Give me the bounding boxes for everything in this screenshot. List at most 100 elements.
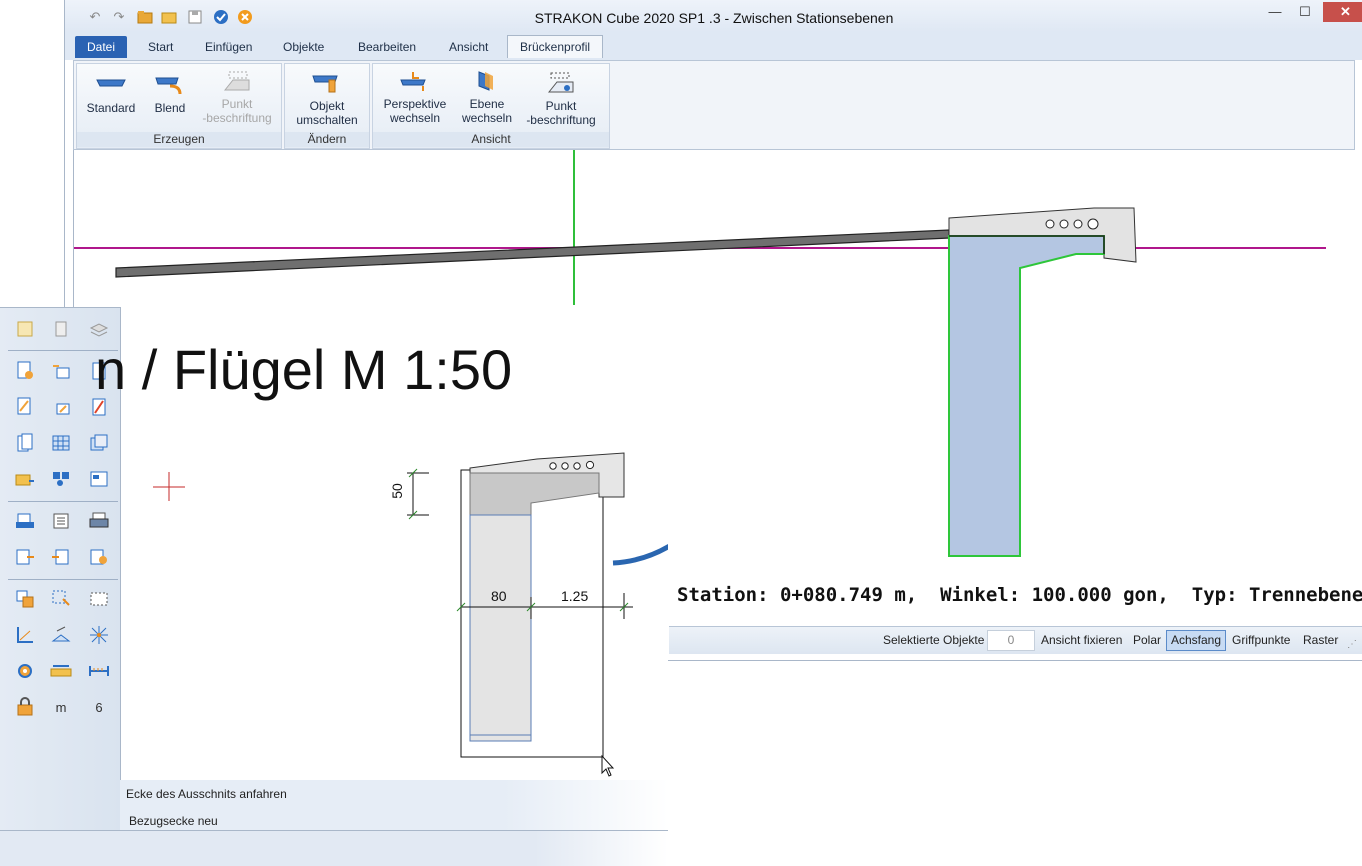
grid-toggle[interactable]: Raster (1303, 633, 1338, 647)
tab-objekte[interactable]: Objekte (271, 36, 336, 58)
ebene-label-line2: wechseln (461, 111, 513, 125)
command-prompt-area: Ecke des Ausschnits anfahren Bezugsecke … (120, 780, 668, 830)
selected-objects-count: 0 (987, 630, 1035, 651)
transition-arrow (612, 543, 668, 566)
perspektive-label-line1: Perspektive (383, 97, 447, 111)
ebene-wechseln-button[interactable]: Ebene wechseln (453, 70, 521, 125)
select-region-icon[interactable] (50, 588, 72, 610)
precision-6-text[interactable]: 6 (88, 696, 110, 718)
plan-drawing-canvas[interactable]: n / Flügel M 1:50 50 80 1.25 (95, 307, 668, 780)
blend-button[interactable]: Blend (143, 74, 197, 115)
secondary-status-strip (0, 830, 668, 866)
plan-cap-hole (585, 460, 595, 470)
coordinate-axes-icon[interactable] (14, 624, 36, 646)
copy-object-icon[interactable] (14, 588, 36, 610)
grip-points-toggle[interactable]: Griffpunkte (1232, 633, 1290, 647)
height-dimension-lines (407, 472, 429, 516)
plane-tilt-icon[interactable] (50, 624, 72, 646)
tab-einfuegen[interactable]: Einfügen (193, 36, 264, 58)
grid-icon[interactable] (14, 318, 36, 340)
group-ansicht: Perspektive wechseln Ebene wechseln Punk… (372, 63, 610, 149)
cancel-icon[interactable] (237, 9, 253, 25)
standard-button[interactable]: Standard (83, 74, 139, 115)
folder-icon[interactable] (161, 9, 177, 25)
unit-m-text[interactable]: m (50, 696, 72, 718)
gear-icon[interactable] (14, 660, 36, 682)
3d-grid-icon[interactable] (88, 432, 110, 454)
station-info-text: Station: 0+080.749 m, Winkel: 100.000 go… (677, 584, 1362, 606)
dwg-export-icon[interactable] (14, 546, 36, 568)
blend-icon (155, 77, 182, 95)
group-label-erzeugen: Erzeugen (77, 132, 281, 147)
resize-grip-icon[interactable]: ⋰ (1347, 639, 1357, 650)
title-bar: ↶ ↷ STRAKON Cube 2020 SP1 .3 - Zwischen … (65, 0, 1362, 32)
tab-start[interactable]: Start (136, 36, 185, 58)
page-settings-icon[interactable] (14, 360, 36, 382)
plot-icon[interactable] (50, 510, 72, 532)
objekt-umschalten-button[interactable]: Objekt umschalten (289, 72, 365, 127)
dimension-height-label: 50 (388, 483, 405, 499)
prompt-line-2: Bezugsecke neu (129, 814, 218, 828)
plan-cap-hole (549, 462, 557, 470)
perspektive-label-line2: wechseln (389, 111, 441, 125)
perspective-icon (400, 72, 426, 91)
bridge-profile-icon (96, 79, 126, 87)
group-erzeugen: Standard Blend Punkt -beschriftung Erzeu… (76, 63, 282, 149)
dwg-import-icon[interactable] (50, 546, 72, 568)
ribbon-tab-bar: Datei Start Einfügen Objekte Bearbeiten … (65, 32, 1362, 60)
wing-wall-plan (153, 452, 668, 777)
perspektive-wechseln-button[interactable]: Perspektive wechseln (377, 70, 453, 125)
tab-bearbeiten[interactable]: Bearbeiten (346, 36, 428, 58)
punkt2-label-line2: -beschriftung (526, 113, 596, 127)
ebene-label-line1: Ebene (469, 97, 505, 111)
dimension-left-label: 80 (491, 588, 507, 604)
fix-view-toggle[interactable]: Ansicht fixieren (1041, 633, 1122, 647)
prompt-line-1: Ecke des Ausschnits anfahren (126, 787, 287, 801)
maximize-button[interactable]: ☐ (1290, 2, 1320, 22)
undo-icon[interactable]: ↶ (87, 9, 103, 25)
selected-objects-label: Selektierte Objekte (883, 633, 985, 647)
users-icon[interactable] (50, 468, 72, 490)
text-edit-icon[interactable] (50, 396, 72, 418)
punkt-label-line2: -beschriftung (202, 111, 272, 125)
deck-slab (115, 229, 950, 278)
lock-icon[interactable] (14, 696, 36, 718)
save-icon[interactable] (187, 9, 203, 25)
check-icon[interactable] (213, 9, 229, 25)
punkt-beschriftung-button[interactable]: Punkt -beschriftung (521, 72, 601, 127)
axis-snap-toggle[interactable]: Achsfang (1166, 630, 1227, 651)
punkt2-label-line1: Punkt (545, 99, 577, 113)
tab-ansicht[interactable]: Ansicht (437, 36, 500, 58)
switch-object-icon (312, 75, 338, 93)
punkt-beschriftung-button-disabled[interactable]: Punkt -beschriftung (199, 70, 275, 125)
tab-datei[interactable]: Datei (75, 36, 128, 58)
snap-star-icon[interactable] (88, 624, 110, 646)
text-frame-icon[interactable] (50, 360, 72, 382)
minimize-button[interactable]: — (1260, 2, 1290, 22)
measure-distance-icon[interactable] (88, 660, 110, 682)
folder-export-icon[interactable] (14, 468, 36, 490)
point-annotation-icon (547, 72, 574, 93)
plan-cap-hole (573, 462, 581, 470)
wing-wall-profile (948, 235, 1105, 557)
printer-icon[interactable] (88, 510, 110, 532)
document-stack-icon[interactable] (50, 318, 72, 340)
ruler-icon[interactable] (50, 660, 72, 682)
copy-page-icon[interactable] (14, 432, 36, 454)
close-button[interactable]: ✕ (1323, 2, 1362, 22)
open-folder-icon[interactable] (137, 9, 153, 25)
tab-brueckenprofil[interactable]: Brückenprofil (507, 35, 604, 58)
print-preview-icon[interactable] (14, 510, 36, 532)
edit-page-icon[interactable] (14, 396, 36, 418)
status-bar: Selektierte Objekte 0 Ansicht fixieren P… (669, 626, 1362, 654)
dwg-settings-icon[interactable] (88, 546, 110, 568)
table-grid-icon[interactable] (50, 432, 72, 454)
window-icon[interactable] (88, 468, 110, 490)
plan-head-fill (469, 472, 600, 516)
redo-icon[interactable]: ↷ (111, 9, 127, 25)
window-title: STRAKON Cube 2020 SP1 .3 - Zwischen Stat… (534, 10, 894, 26)
window-region-icon[interactable] (88, 588, 110, 610)
group-label-aendern: Ändern (285, 132, 369, 147)
secondary-window: m 6 n / Flügel M 1:50 50 80 1.25 Ecke de… (0, 307, 668, 866)
polar-toggle[interactable]: Polar (1133, 633, 1161, 647)
